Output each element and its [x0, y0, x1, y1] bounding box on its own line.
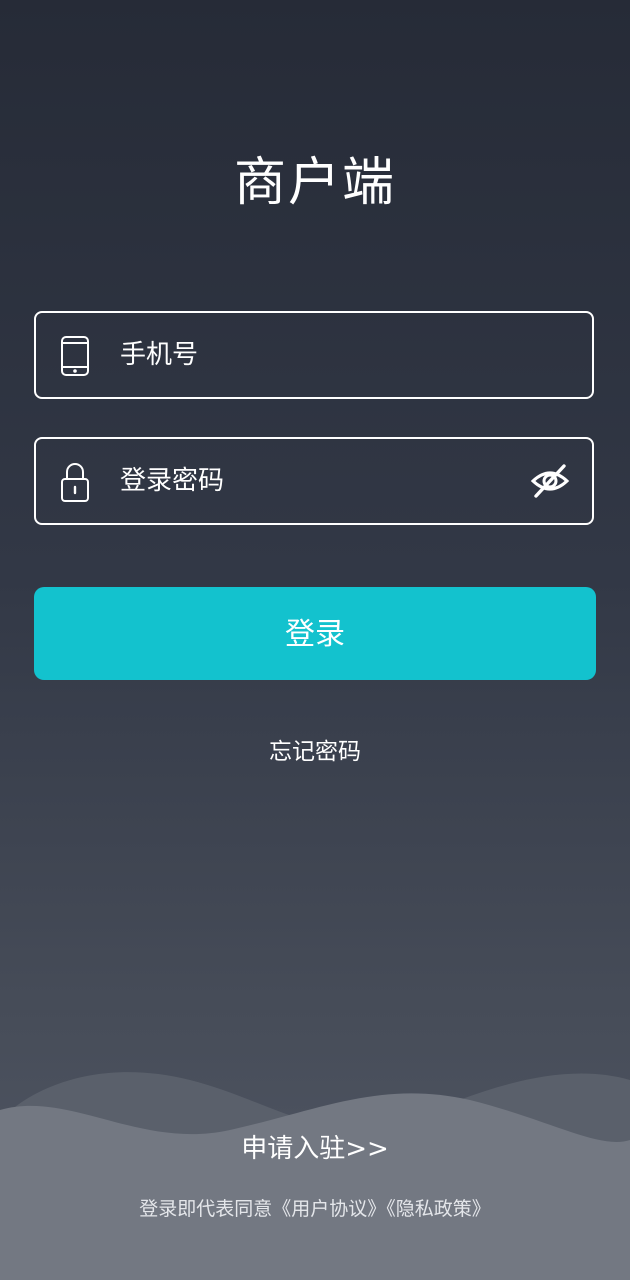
- page-title: 商户端: [233, 153, 396, 213]
- eye-off-icon[interactable]: [530, 463, 570, 499]
- agreement-text: 登录即代表同意《用户协议》《隐私政策》: [0, 1194, 630, 1221]
- forgot-password-link[interactable]: 忘记密码: [0, 732, 630, 766]
- user-agreement-link[interactable]: 《用户协议》: [272, 1198, 386, 1220]
- login-button[interactable]: 登录: [34, 587, 596, 680]
- privacy-policy-link[interactable]: 《隐私政策》: [386, 1198, 491, 1220]
- apply-merchant-link[interactable]: 申请入驻>>: [0, 1128, 630, 1165]
- phone-field[interactable]: [34, 311, 594, 399]
- phone-input[interactable]: [120, 313, 522, 397]
- wave-decoration: [0, 1072, 630, 1280]
- lock-icon: [60, 461, 90, 503]
- password-input[interactable]: [120, 439, 522, 523]
- agreement-prefix: 登录即代表同意: [139, 1198, 273, 1220]
- password-field[interactable]: [34, 437, 594, 525]
- phone-icon: [60, 335, 90, 377]
